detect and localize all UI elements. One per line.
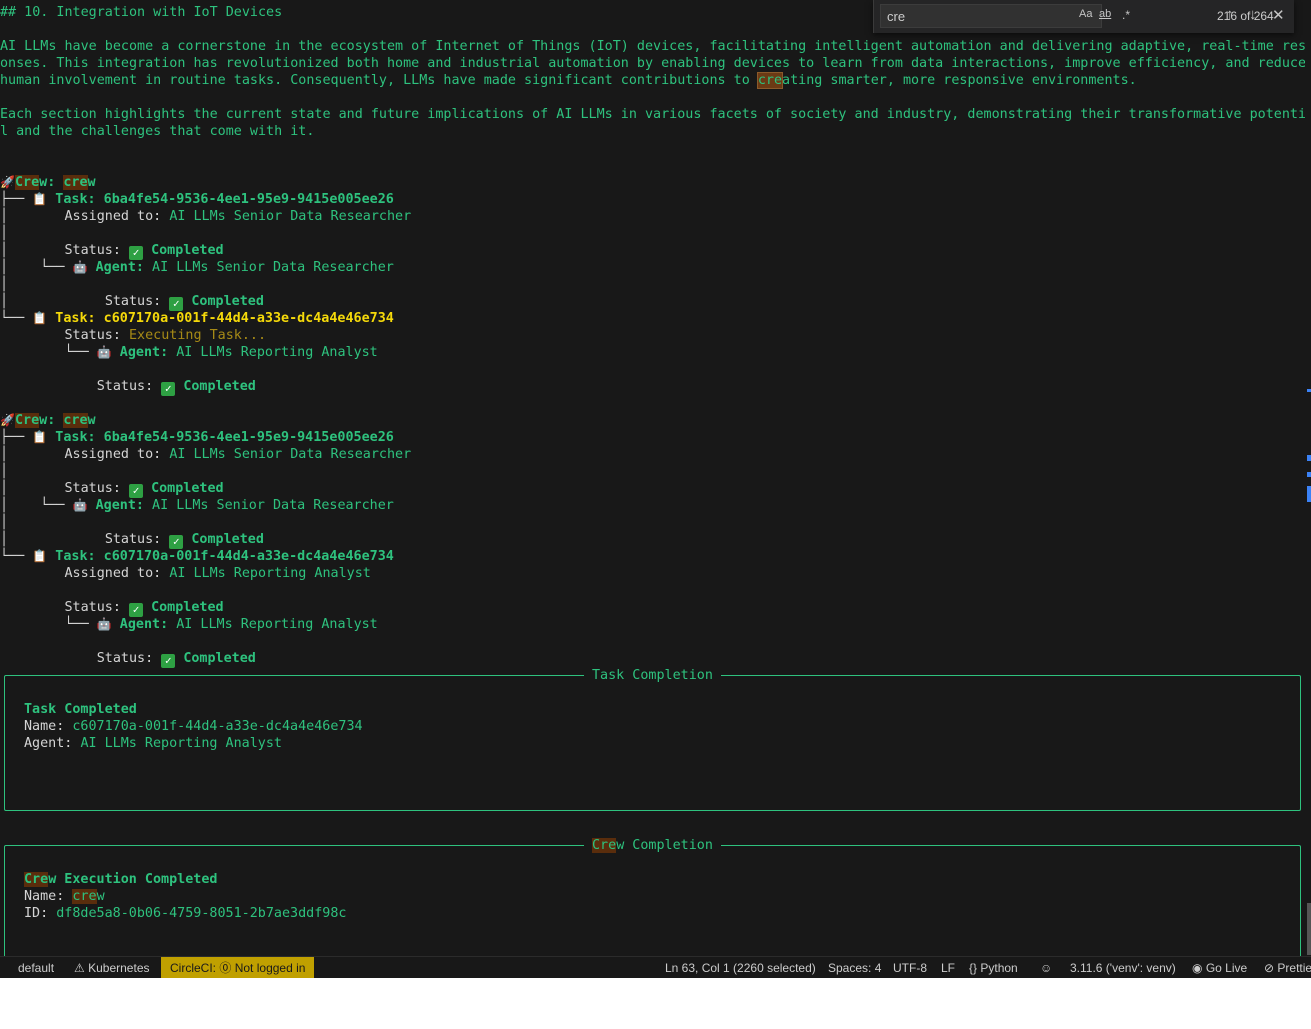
arrow-down-icon[interactable]: ↓ bbox=[1249, 6, 1257, 23]
scrollbar-match-marker bbox=[1307, 486, 1311, 502]
panel-name-line: Name: crew bbox=[24, 889, 105, 904]
status-line: Status: ✓ Completed bbox=[96, 379, 256, 396]
scrollbar-thumb[interactable] bbox=[1307, 903, 1311, 955]
status-bar: default ⚠ Kubernetes CircleCI: ⓪ Not log… bbox=[0, 956, 1311, 978]
panel-title: Crew Completion bbox=[584, 837, 721, 854]
clipboard-icon: 📋 bbox=[32, 192, 48, 206]
clipboard-icon: 📋 bbox=[32, 311, 48, 325]
scrollbar-match-marker bbox=[1307, 472, 1311, 477]
panel-heading: Task Completed bbox=[24, 702, 137, 717]
find-widget: Aa ab .* 216 of 264 ↑ ↓ ✕ bbox=[873, 0, 1294, 33]
checkmark-icon: ✓ bbox=[169, 535, 184, 549]
indentation[interactable]: Spaces: 4 bbox=[828, 957, 881, 978]
agent-line: │ └── 🤖 Agent: AI LLMs Senior Data Resea… bbox=[0, 260, 394, 275]
cursor-position[interactable]: Ln 63, Col 1 (2260 selected) bbox=[665, 957, 816, 978]
rocket-icon: 🚀 bbox=[0, 175, 15, 189]
robot-icon: 🤖 bbox=[96, 345, 112, 359]
robot-icon: 🤖 bbox=[72, 498, 88, 512]
arrow-up-icon[interactable]: ↑ bbox=[1226, 6, 1234, 23]
status-line: │ Status: ✓ Completed bbox=[0, 532, 264, 549]
robot-icon: 🤖 bbox=[72, 260, 88, 274]
agent-line: └── 🤖 Agent: AI LLMs Reporting Analyst bbox=[0, 345, 378, 360]
prettier-item[interactable]: ⊘ Prettier bbox=[1264, 957, 1311, 978]
status-line: │ Status: ✓ Completed bbox=[0, 243, 224, 260]
find-input[interactable] bbox=[880, 4, 1102, 28]
broadcast-icon: ◉ bbox=[1192, 961, 1203, 975]
assigned-line: Assigned to: AI LLMs Reporting Analyst bbox=[64, 566, 371, 581]
section-heading: ## 10. Integration with IoT Devices bbox=[0, 5, 283, 20]
user-icon: ⓪ bbox=[219, 961, 232, 975]
assigned-line: │ Assigned to: AI LLMs Senior Data Resea… bbox=[0, 209, 412, 224]
agent-line: └── 🤖 Agent: AI LLMs Reporting Analyst bbox=[0, 617, 378, 632]
paragraph-line: Each section highlights the current stat… bbox=[0, 107, 1311, 122]
paragraph-line: l and the challenges that come with it. bbox=[0, 124, 315, 139]
checkmark-icon: ✓ bbox=[129, 246, 143, 260]
paragraph-line: human involvement in routine tasks. Cons… bbox=[0, 72, 1137, 89]
status-line: │ Status: ✓ Completed bbox=[0, 294, 264, 311]
language-mode[interactable]: {} Python bbox=[969, 957, 1018, 978]
find-current-match: cre bbox=[756, 72, 784, 89]
checkmark-icon: ✓ bbox=[161, 654, 176, 668]
task-line: └── 📋 Task: c607170a-001f-44d4-a33e-dc4a… bbox=[0, 549, 394, 564]
checkmark-icon: ✓ bbox=[129, 603, 143, 617]
encoding[interactable]: UTF-8 bbox=[893, 957, 927, 978]
line-ending[interactable]: LF bbox=[941, 957, 955, 978]
checkmark-icon: ✓ bbox=[161, 382, 176, 396]
whole-word-toggle[interactable]: ab bbox=[1099, 8, 1111, 20]
paragraph-line: AI LLMs have become a cornerstone in the… bbox=[0, 39, 1311, 54]
task-line: ├── 📋 Task: 6ba4fe54-9536-4ee1-95e9-9415… bbox=[0, 192, 394, 207]
scrollbar-match-marker bbox=[1307, 455, 1311, 461]
status-line: Status: Executing Task... bbox=[64, 328, 267, 343]
clipboard-icon: 📋 bbox=[32, 549, 48, 563]
checkmark-icon: ✓ bbox=[169, 297, 184, 311]
braces-icon: {} bbox=[969, 961, 978, 975]
python-interpreter[interactable]: 3.11.6 ('venv': venv) bbox=[1070, 957, 1176, 978]
panel-heading: Crew Execution Completed bbox=[24, 872, 218, 887]
match-case-toggle[interactable]: Aa bbox=[1079, 8, 1092, 20]
kubernetes-item[interactable]: ⚠ Kubernetes bbox=[74, 957, 150, 978]
panel-name-line: Name: c607170a-001f-44d4-a33e-dc4a4e46e7… bbox=[24, 719, 363, 734]
prohibited-icon: ⊘ bbox=[1264, 961, 1275, 975]
status-line: Status: ✓ Completed bbox=[96, 651, 256, 668]
crew-line: 🚀Crew: crew bbox=[0, 413, 96, 428]
copilot-icon[interactable]: ☺ bbox=[1040, 957, 1052, 978]
warning-icon: ⚠ bbox=[74, 961, 85, 975]
panel-agent-line: Agent: AI LLMs Reporting Analyst bbox=[24, 736, 282, 751]
panel-title: Task Completion bbox=[584, 667, 721, 684]
agent-line: │ └── 🤖 Agent: AI LLMs Senior Data Resea… bbox=[0, 498, 394, 513]
paragraph-line: onses. This integration has revolutioniz… bbox=[0, 56, 1307, 71]
regex-toggle[interactable]: .* bbox=[1122, 8, 1130, 22]
status-line: │ Status: ✓ Completed bbox=[0, 481, 224, 498]
rocket-icon: 🚀 bbox=[0, 413, 15, 427]
scrollbar-match-marker bbox=[1307, 389, 1311, 392]
assigned-line: │ Assigned to: AI LLMs Senior Data Resea… bbox=[0, 447, 412, 462]
circleci-item[interactable]: CircleCI: ⓪ Not logged in bbox=[161, 957, 315, 978]
checkmark-icon: ✓ bbox=[129, 484, 143, 498]
vscode-window: ## 10. Integration with IoT Devices AI L… bbox=[0, 0, 1311, 978]
task-line: └── 📋 Task: c607170a-001f-44d4-a33e-dc4a… bbox=[0, 311, 394, 326]
profile-item[interactable]: default bbox=[18, 957, 54, 978]
panel-id-line: ID: df8de5a8-0b06-4759-8051-2b7ae3ddf98c bbox=[24, 906, 347, 921]
close-icon[interactable]: ✕ bbox=[1272, 6, 1285, 24]
clipboard-icon: 📋 bbox=[32, 430, 48, 444]
status-line: Status: ✓ Completed bbox=[64, 600, 224, 617]
terminal-output[interactable]: ## 10. Integration with IoT Devices AI L… bbox=[0, 0, 1311, 976]
go-live-item[interactable]: ◉ Go Live bbox=[1192, 957, 1247, 978]
terminal-scrollbar[interactable] bbox=[1305, 0, 1311, 956]
crew-line: 🚀Crew: crew bbox=[0, 175, 96, 190]
task-line: ├── 📋 Task: 6ba4fe54-9536-4ee1-95e9-9415… bbox=[0, 430, 394, 445]
robot-icon: 🤖 bbox=[96, 617, 112, 631]
